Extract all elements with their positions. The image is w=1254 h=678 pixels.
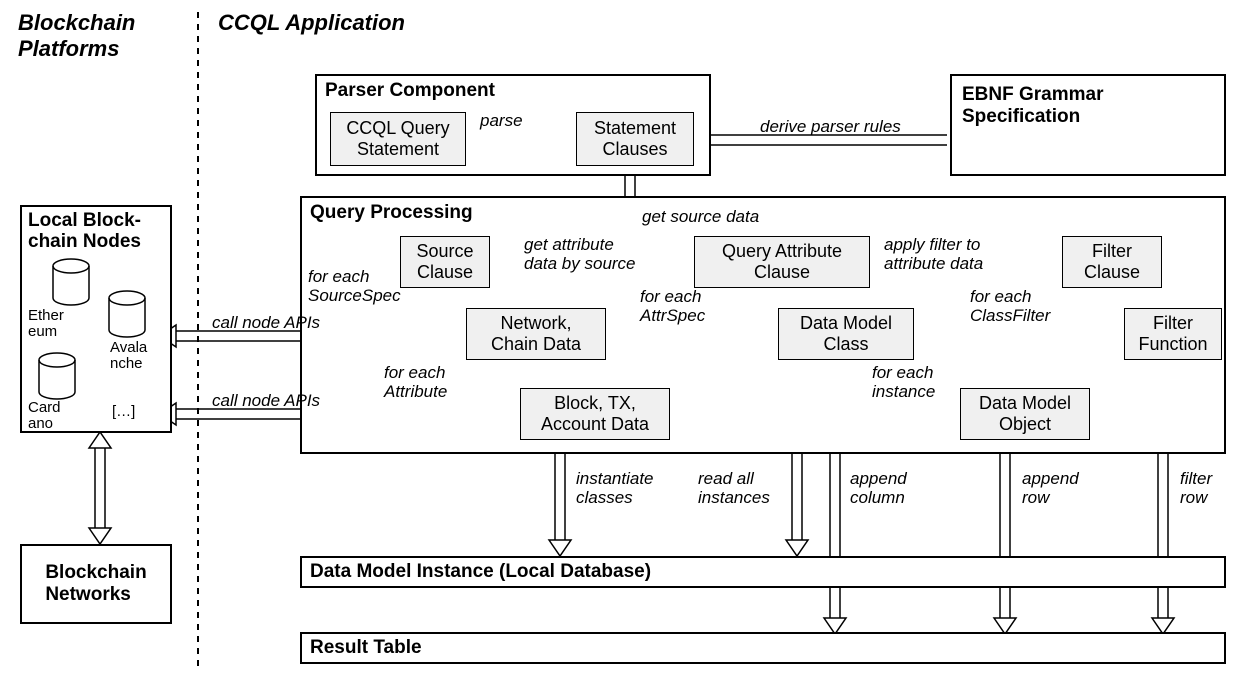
edge-attribute: for each Attribute xyxy=(384,364,447,401)
node-statement-clauses: Statement Clauses xyxy=(576,112,694,166)
node-more-label: […] xyxy=(112,404,135,420)
edge-get-source-data: get source data xyxy=(642,208,759,227)
parser-title: Parser Component xyxy=(325,80,495,102)
label: CCQL Application xyxy=(218,10,405,35)
edge-sourcespec: for each SourceSpec xyxy=(308,268,401,305)
edge-call-node-apis-2: call node APIs xyxy=(212,392,320,411)
blockchain-networks-label: Blockchain Networks xyxy=(39,556,152,612)
section-blockchain-platforms: Blockchain Platforms xyxy=(18,10,178,62)
dmi-title: Data Model Instance (Local Database) xyxy=(310,561,651,583)
node-filter-clause: Filter Clause xyxy=(1062,236,1162,288)
cylinder-icon xyxy=(106,290,148,338)
node-block-tx: Block, TX, Account Data xyxy=(520,388,670,440)
node-ccql-query: CCQL Query Statement xyxy=(330,112,466,166)
cylinder-icon xyxy=(50,258,92,306)
edge-instance: for each instance xyxy=(872,364,935,401)
result-title: Result Table xyxy=(310,637,422,659)
node-source-clause: Source Clause xyxy=(400,236,490,288)
qp-title: Query Processing xyxy=(310,202,473,224)
edge-read-instances: read all instances xyxy=(698,470,770,507)
edge-classfilter: for each ClassFilter xyxy=(970,288,1050,325)
edge-append-row: append row xyxy=(1022,470,1079,507)
cylinder-icon xyxy=(36,352,78,400)
panel-dmi: Data Model Instance (Local Database) xyxy=(300,556,1226,588)
edge-instantiate: instantiate classes xyxy=(576,470,654,507)
edge-append-column: append column xyxy=(850,470,907,507)
local-nodes-title: Local Block- chain Nodes xyxy=(28,211,168,253)
section-ccql-application: CCQL Application xyxy=(218,10,405,36)
panel-result: Result Table xyxy=(300,632,1226,664)
panel-ebnf: EBNF Grammar Specification xyxy=(950,74,1226,176)
edge-parse: parse xyxy=(480,112,523,131)
node-query-attr: Query Attribute Clause xyxy=(694,236,870,288)
node-dm-class: Data Model Class xyxy=(778,308,914,360)
panel-blockchain-networks: Blockchain Networks xyxy=(20,544,172,624)
node-dm-object: Data Model Object xyxy=(960,388,1090,440)
node-network-chain: Network, Chain Data xyxy=(466,308,606,360)
node-ethereum-label: Ether eum xyxy=(28,308,64,340)
label: Blockchain Platforms xyxy=(18,10,135,61)
node-cardano-label: Card ano xyxy=(28,400,61,432)
edge-derive: derive parser rules xyxy=(760,118,901,137)
ebnf-title: EBNF Grammar Specification xyxy=(962,84,1104,128)
edge-get-attr: get attribute data by source xyxy=(524,236,636,273)
edge-filter-row: filter row xyxy=(1180,470,1212,507)
edge-attrspec: for each AttrSpec xyxy=(640,288,705,325)
node-avalanche-label: Avala nche xyxy=(110,340,147,372)
edge-apply-filter: apply filter to attribute data xyxy=(884,236,983,273)
edge-call-node-apis-1: call node APIs xyxy=(212,314,320,333)
node-filter-function: Filter Function xyxy=(1124,308,1222,360)
